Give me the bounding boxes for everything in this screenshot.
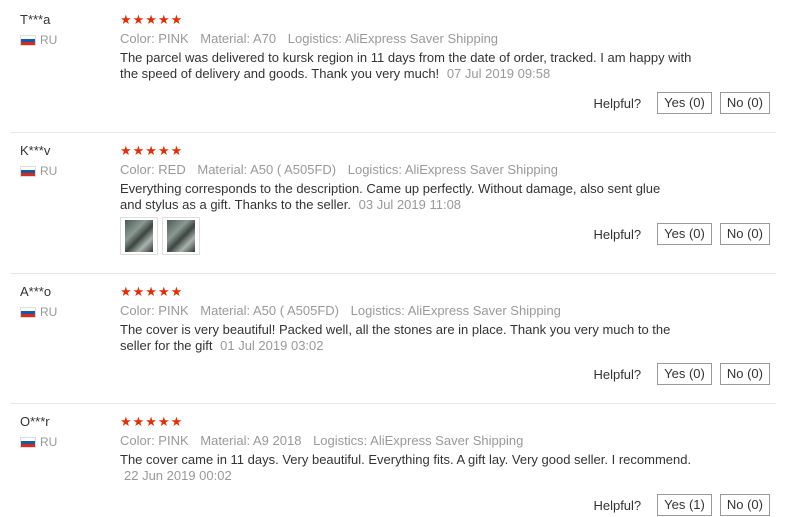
review-body: The cover is very beautiful! Packed well… <box>120 322 671 353</box>
review-divider <box>10 273 776 274</box>
review-text: The cover came in 11 days. Very beautifu… <box>120 452 695 484</box>
star-rating: ★★★★★ <box>120 284 184 299</box>
helpful-yes-button[interactable]: Yes (1) <box>657 494 712 516</box>
helpful-controls: Helpful? Yes (1) No (0) <box>593 494 770 516</box>
review-item: O***r RU ★★★★★ Color: PINK Material: A9 … <box>0 414 776 517</box>
star-rating: ★★★★★ <box>120 143 184 158</box>
review-text: The parcel was delivered to kursk region… <box>120 50 700 82</box>
reviewer-name: T***a <box>20 12 51 27</box>
review-date: 01 Jul 2019 03:02 <box>220 338 324 353</box>
review-divider <box>10 403 776 404</box>
order-color: Color: PINK <box>120 303 189 318</box>
review-date: 03 Jul 2019 11:08 <box>358 197 462 212</box>
review-text: Everything corresponds to the descriptio… <box>120 181 680 213</box>
order-material: Material: A9 2018 <box>200 433 302 448</box>
helpful-controls: Helpful? Yes (0) No (0) <box>593 223 770 245</box>
review-divider <box>10 132 776 133</box>
order-logistics: Logistics: AliExpress Saver Shipping <box>347 162 559 177</box>
order-info: Color: RED Material: A50 ( A505FD) Logis… <box>120 162 566 177</box>
helpful-controls: Helpful? Yes (0) No (0) <box>593 363 770 385</box>
review-date: 22 Jun 2019 00:02 <box>124 468 232 483</box>
helpful-yes-button[interactable]: Yes (0) <box>657 92 712 114</box>
helpful-label: Helpful? <box>593 366 642 382</box>
helpful-yes-button[interactable]: Yes (0) <box>657 363 712 385</box>
helpful-label: Helpful? <box>593 226 642 242</box>
reviewer-name: K***v <box>20 143 51 158</box>
reviewer-country: RU <box>20 305 57 319</box>
country-code: RU <box>40 164 58 178</box>
review-item: T***a RU ★★★★★ Color: PINK Material: A70… <box>0 12 776 132</box>
review-photo-thumbnail[interactable] <box>120 217 158 255</box>
flag-russia-icon <box>20 34 36 46</box>
helpful-yes-button[interactable]: Yes (0) <box>657 223 712 245</box>
reviewer-country: RU <box>20 435 57 449</box>
country-code: RU <box>40 305 58 319</box>
review-item: A***o RU ★★★★★ Color: PINK Material: A50… <box>0 284 776 404</box>
review-date: 07 Jul 2019 09:58 <box>446 66 551 81</box>
helpful-no-button[interactable]: No (0) <box>719 494 770 516</box>
order-color: Color: PINK <box>120 433 189 448</box>
reviewer-name: A***o <box>20 284 52 299</box>
country-code: RU <box>40 435 58 449</box>
flag-russia-icon <box>20 436 36 448</box>
country-code: RU <box>40 33 58 47</box>
review-body: The cover came in 11 days. Very beautifu… <box>120 452 692 467</box>
order-color: Color: PINK <box>120 31 189 46</box>
helpful-no-button[interactable]: No (0) <box>719 223 770 245</box>
review-body: The parcel was delivered to kursk region… <box>120 50 692 81</box>
star-rating: ★★★★★ <box>120 12 184 27</box>
helpful-controls: Helpful? Yes (0) No (0) <box>593 92 770 114</box>
order-material: Material: A50 ( A505FD) <box>200 303 339 318</box>
review-text: The cover is very beautiful! Packed well… <box>120 322 690 354</box>
order-logistics: Logistics: AliExpress Saver Shipping <box>313 433 524 448</box>
reviewer-country: RU <box>20 33 57 47</box>
helpful-no-button[interactable]: No (0) <box>719 92 770 114</box>
order-info: Color: PINK Material: A9 2018 Logistics:… <box>120 433 531 448</box>
review-photo-thumbnail[interactable] <box>162 217 200 255</box>
flag-russia-icon <box>20 165 36 177</box>
order-material: Material: A70 <box>200 31 277 46</box>
order-logistics: Logistics: AliExpress Saver Shipping <box>350 303 561 318</box>
review-photos <box>120 217 200 255</box>
order-info: Color: PINK Material: A70 Logistics: Ali… <box>120 31 506 46</box>
order-logistics: Logistics: AliExpress Saver Shipping <box>287 31 499 46</box>
helpful-label: Helpful? <box>593 497 642 513</box>
review-item: K***v RU ★★★★★ Color: RED Material: A50 … <box>0 143 776 273</box>
flag-russia-icon <box>20 306 36 318</box>
helpful-no-button[interactable]: No (0) <box>719 363 770 385</box>
reviewer-name: O***r <box>20 414 50 429</box>
helpful-label: Helpful? <box>593 95 642 111</box>
star-rating: ★★★★★ <box>120 414 184 429</box>
order-info: Color: PINK Material: A50 ( A505FD) Logi… <box>120 303 569 318</box>
order-material: Material: A50 ( A505FD) <box>197 162 337 177</box>
order-color: Color: RED <box>120 162 186 177</box>
reviewer-country: RU <box>20 164 57 178</box>
